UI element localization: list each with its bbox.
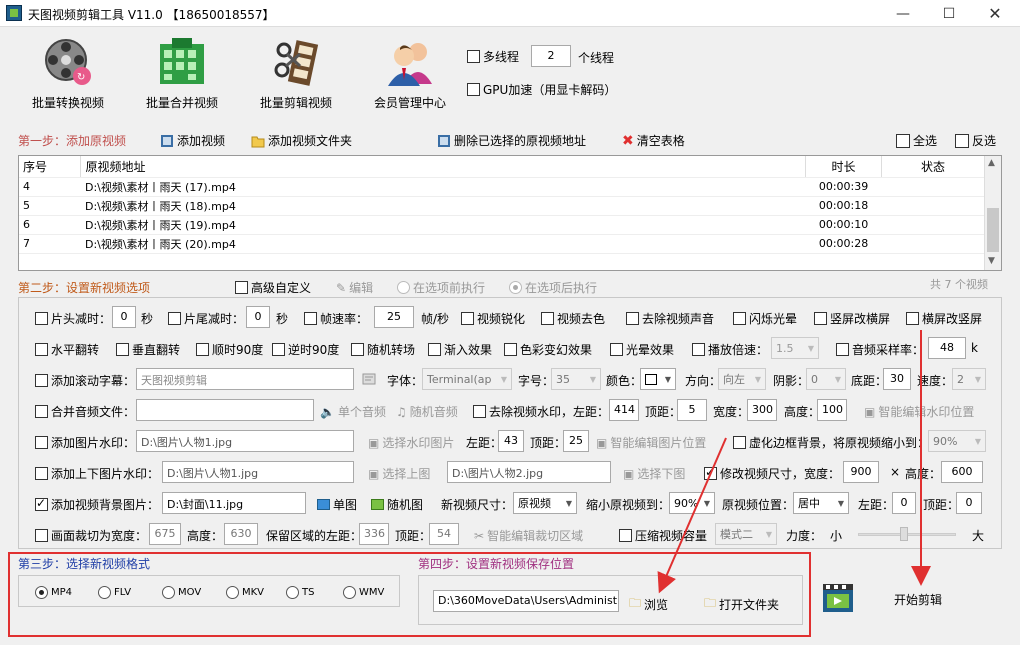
annotation-arrows (657, 330, 931, 594)
arrow-to-browse (657, 437, 727, 594)
